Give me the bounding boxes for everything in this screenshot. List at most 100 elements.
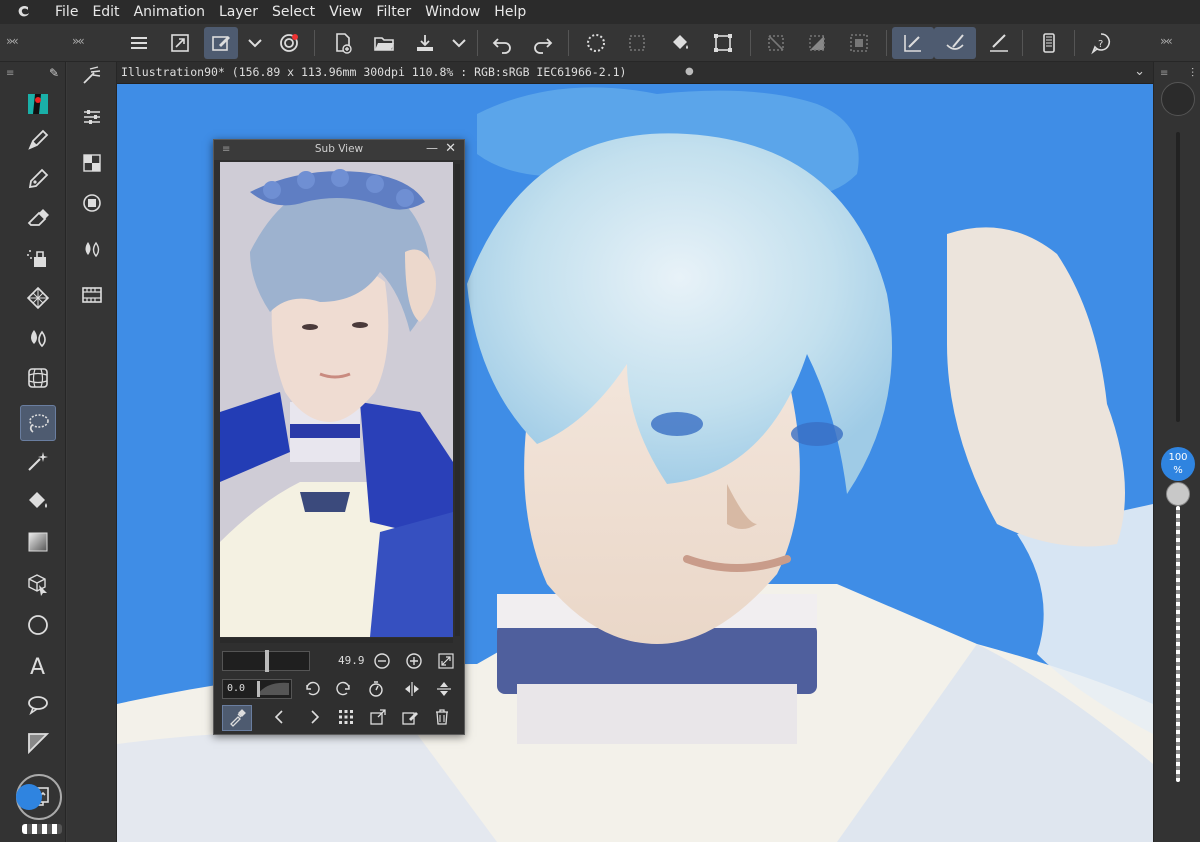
vertical-scrollbar[interactable] (455, 164, 460, 636)
airbrush-icon[interactable] (20, 240, 56, 276)
horizontal-scrollbar[interactable] (220, 638, 453, 643)
menu-select[interactable]: Select (265, 0, 322, 24)
save-icon[interactable] (408, 27, 442, 59)
zoom-in-icon[interactable] (402, 649, 426, 673)
canvas-title: Illustration90* (156.89 x 113.96mm 300dp… (121, 65, 627, 79)
menu-edit[interactable]: Edit (85, 0, 126, 24)
opacity-slider-knob[interactable] (1166, 482, 1190, 506)
menu-help[interactable]: Help (487, 0, 533, 24)
transparent-color-icon[interactable] (22, 824, 62, 834)
menu-animation[interactable]: Animation (127, 0, 212, 24)
menu-window[interactable]: Window (418, 0, 487, 24)
expand-dock-icon[interactable]: »« (72, 34, 85, 48)
menu-icon[interactable] (122, 27, 156, 59)
eraser-icon[interactable] (20, 200, 56, 236)
opacity-track[interactable] (1176, 506, 1180, 782)
flip-horizontal-icon[interactable] (400, 677, 424, 701)
smartphone-icon[interactable] (1032, 27, 1066, 59)
grip-icon[interactable]: ≡ (6, 68, 14, 79)
app-logo-icon[interactable] (0, 0, 48, 24)
minimize-icon[interactable]: — (426, 141, 438, 155)
undo-icon[interactable] (485, 27, 519, 59)
chevron-down-icon[interactable]: ⌄ (1134, 64, 1145, 79)
menu-view[interactable]: View (322, 0, 369, 24)
pattern-icon[interactable] (20, 280, 56, 316)
text-icon[interactable]: A (20, 647, 56, 683)
3d-cube-icon[interactable] (20, 566, 56, 602)
tab-close-icon[interactable]: ● (685, 66, 694, 77)
reference-image[interactable] (220, 162, 453, 637)
help-icon[interactable]: ? (1084, 27, 1118, 59)
opacity-badge[interactable]: 100 % (1161, 447, 1195, 481)
brush-settings-icon[interactable]: ⫶ (1191, 66, 1194, 81)
color-swatch-icon[interactable] (20, 86, 56, 122)
open-folder-icon[interactable] (367, 27, 401, 59)
special-ruler-snap-icon[interactable] (934, 27, 976, 59)
cloud-sync-icon[interactable] (272, 27, 306, 59)
menu-file[interactable]: File (48, 0, 85, 24)
speech-balloon-icon[interactable] (20, 686, 56, 722)
animation-timeline-icon[interactable] (75, 278, 109, 312)
zoom-out-icon[interactable] (370, 649, 394, 673)
tool-property-icon[interactable] (75, 100, 109, 134)
panel-header: ≡ ⫶ (1154, 62, 1200, 84)
main-color-swatch[interactable] (16, 784, 42, 810)
grid-icon[interactable] (20, 360, 56, 396)
pen-icon[interactable]: ✎ (49, 66, 59, 80)
fit-view-icon[interactable] (434, 649, 458, 673)
loading-icon[interactable] (579, 27, 613, 59)
brush-size-preview[interactable] (1161, 82, 1195, 116)
previous-image-icon[interactable] (268, 705, 292, 729)
gradient-icon[interactable] (20, 524, 56, 560)
sub-view-titlebar[interactable]: ≡ Sub View — ✕ (214, 140, 464, 160)
frame-border-icon[interactable] (20, 725, 56, 761)
next-image-icon[interactable] (302, 705, 326, 729)
command-bar: »« »« ? »« (0, 24, 1200, 62)
eyedropper-icon[interactable] (222, 705, 252, 731)
fill-bucket-icon[interactable] (20, 483, 56, 519)
lasso-icon[interactable] (20, 405, 56, 441)
canvas-tab[interactable]: Illustration90* (156.89 x 113.96mm 300dp… (117, 62, 1153, 84)
rotate-left-icon[interactable] (300, 677, 324, 701)
menu-layer[interactable]: Layer (212, 0, 265, 24)
invert-selection-icon[interactable] (842, 27, 876, 59)
fill-icon[interactable] (663, 27, 697, 59)
reset-rotation-icon[interactable] (364, 677, 388, 701)
flip-vertical-icon[interactable] (432, 677, 456, 701)
zoom-value[interactable]: 49.9 (338, 654, 365, 667)
menu-filter[interactable]: Filter (369, 0, 418, 24)
import-image-icon[interactable] (366, 705, 390, 729)
grid-snap-icon[interactable] (982, 27, 1016, 59)
expand-dock-icon[interactable]: »« (1160, 34, 1173, 48)
ellipse-icon[interactable] (20, 607, 56, 643)
pen-icon[interactable] (20, 122, 56, 158)
zoom-slider[interactable] (222, 650, 310, 672)
sub-tool-lasso-icon[interactable] (75, 58, 109, 92)
grip-icon[interactable]: ≡ (1160, 68, 1168, 79)
edit-image-icon[interactable] (204, 27, 238, 59)
canvas-resize-icon[interactable] (163, 27, 197, 59)
brush-size-track[interactable] (1176, 132, 1180, 422)
select-all-icon[interactable] (620, 27, 654, 59)
edit-image-icon[interactable] (398, 705, 422, 729)
redo-icon[interactable] (526, 27, 560, 59)
magic-wand-icon[interactable] (20, 443, 56, 479)
rotation-field[interactable]: 0.0 (222, 679, 292, 699)
blend-icon[interactable] (20, 320, 56, 356)
image-grid-icon[interactable] (334, 705, 358, 729)
trash-icon[interactable] (430, 705, 454, 729)
layer-property-icon[interactable] (75, 186, 109, 220)
chevron-down-icon[interactable] (242, 27, 268, 59)
close-icon[interactable]: ✕ (445, 141, 456, 156)
clear-selection-icon[interactable] (759, 27, 793, 59)
expand-dock-icon[interactable]: »« (6, 34, 19, 48)
color-set-icon[interactable] (75, 146, 109, 180)
new-file-icon[interactable] (326, 27, 360, 59)
transform-icon[interactable] (706, 27, 740, 59)
pencil-icon[interactable] (20, 161, 56, 197)
fill-selection-icon[interactable] (800, 27, 834, 59)
chevron-down-icon[interactable] (446, 27, 472, 59)
blend-icon[interactable] (75, 232, 109, 266)
rotate-right-icon[interactable] (332, 677, 356, 701)
ruler-snap-icon[interactable] (892, 27, 934, 59)
